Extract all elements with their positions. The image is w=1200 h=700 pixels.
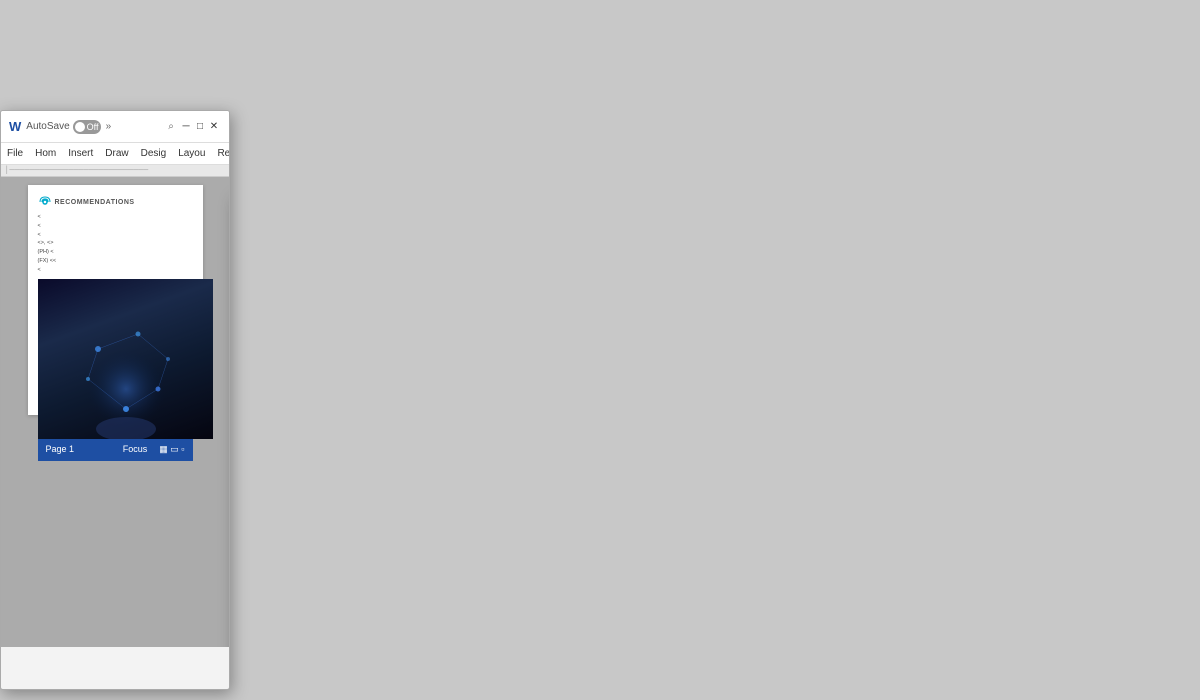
autosave-toggle-1[interactable]: Off bbox=[73, 120, 101, 134]
ribbon-insert-1[interactable]: Insert bbox=[68, 148, 93, 159]
doc-logo-1: RECOMMENDATIONS bbox=[38, 195, 193, 209]
doc-content-1: < < < <>, <> (PH) < (FX) << < bbox=[38, 213, 193, 461]
minimize-btn-1[interactable]: ─ bbox=[179, 120, 193, 134]
ribbon-1: File Hom Insert Draw Desig Layou Refer M… bbox=[1, 143, 229, 165]
search-icon-1[interactable]: ⌕ bbox=[163, 119, 179, 135]
view-icons-1[interactable]: ▦ ▭ ▫ bbox=[159, 442, 184, 456]
ribbon-refer-1[interactable]: Refer bbox=[217, 148, 230, 159]
ribbon-home-1[interactable]: Hom bbox=[35, 148, 56, 159]
ribbon-layout-1[interactable]: Layou bbox=[178, 148, 205, 159]
word-window-1[interactable]: W AutoSave Off » ⌕ ─ □ ✕ File Hom Insert… bbox=[0, 110, 230, 690]
doc-page-1: RECOMMENDATIONS < < < <>, <> (PH) < (FX)… bbox=[28, 185, 203, 415]
ruler-1: │──────────────────────────── bbox=[1, 165, 229, 177]
title-bar-1: W AutoSave Off » ⌕ ─ □ ✕ bbox=[1, 111, 229, 143]
maximize-btn-1[interactable]: □ bbox=[193, 120, 207, 134]
status-bar-1: Page 1 Focus ▦ ▭ ▫ bbox=[38, 439, 193, 461]
autosave-1: AutoSave bbox=[26, 121, 69, 132]
signal-icon-1 bbox=[38, 195, 52, 209]
close-btn-1[interactable]: ✕ bbox=[207, 120, 221, 134]
network-photo-1 bbox=[38, 279, 213, 439]
word-logo-1: W bbox=[9, 119, 21, 134]
network-svg-1 bbox=[38, 279, 213, 439]
focus-label-1: Focus bbox=[123, 442, 148, 456]
ribbon-draw-1[interactable]: Draw bbox=[105, 148, 128, 159]
doc-area-1: RECOMMENDATIONS < < < <>, <> (PH) < (FX)… bbox=[1, 177, 229, 647]
ribbon-design-1[interactable]: Desig bbox=[141, 148, 167, 159]
more-options-1[interactable]: » bbox=[106, 121, 112, 132]
ribbon-file-1[interactable]: File bbox=[7, 148, 23, 159]
page-num-1: Page 1 bbox=[46, 442, 75, 456]
